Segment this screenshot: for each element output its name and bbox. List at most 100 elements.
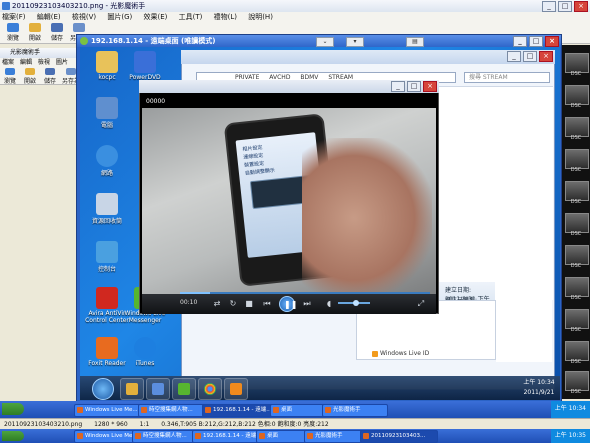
browse-button[interactable]: 瀏覽 [0,68,20,88]
stop-icon[interactable]: ■ [244,299,254,309]
menu-item[interactable]: 圖片(G) [107,13,132,21]
thumbnail[interactable] [565,371,589,391]
taskbar-player[interactable] [224,378,248,400]
tool-button[interactable]: ▤ [406,37,424,47]
maximize-button[interactable]: □ [407,81,421,92]
shuffle-icon[interactable]: ⇄ [212,299,222,309]
seek-bar-fill [180,292,210,294]
minimize-button[interactable]: _ [507,51,521,62]
save-as-icon [73,23,85,32]
close-button[interactable]: × [545,36,559,47]
start-button[interactable] [92,378,114,400]
thumbnail[interactable] [565,309,589,329]
start-button[interactable] [2,403,24,415]
recycle-bin-icon [96,193,118,215]
fullscreen-icon[interactable]: ⤢ [416,299,426,309]
close-button[interactable]: × [574,1,588,12]
taskbar-messenger[interactable] [172,378,196,400]
xp-taskbar-bottom: Windows Live Me... 時空搜集網人物... 192.168.1.… [0,429,590,443]
thumbnail[interactable] [565,277,589,297]
dropdown-button[interactable]: ▾ [346,37,364,47]
chevron-down-icon[interactable]: ⌄ [316,37,334,47]
save-icon [45,68,55,75]
menu-item[interactable]: 效果(E) [143,13,167,21]
folder-icon [126,383,138,395]
desktop-icon-powerdvd[interactable]: PowerDVD [122,51,168,81]
app-icon [2,2,10,10]
thumbnail-label: DSC [570,231,582,237]
windows-live-id[interactable]: Windows Live ID [372,349,452,359]
volume-knob[interactable] [353,300,359,306]
menu-item[interactable]: 禮物(L) [214,13,237,21]
current-time: 00:10 [180,299,198,306]
taskbar-explorer[interactable] [120,378,144,400]
mute-icon[interactable]: ◖ [324,299,334,309]
taskbar-button[interactable]: 光影魔術手 [322,404,388,417]
taskbar-button[interactable]: 時空搜集網人物... [138,404,212,417]
close-button[interactable]: × [539,51,553,62]
taskbar-button[interactable]: 192.168.1.14 - 遠端... [202,404,280,417]
inner-viewer-menu: 檔案 編輯 檢視 圖片 [0,58,86,67]
thumbnail-label: DSC [570,359,582,365]
top-timecode: 00000 [146,98,166,105]
desktop-icon-itunes[interactable]: iTunes [122,337,168,367]
thumbnail[interactable] [565,53,589,73]
taskbar-media[interactable] [146,378,170,400]
desktop-icon-control-panel[interactable]: 控制台 [84,241,130,273]
browse-button[interactable]: 瀏覽 [2,23,24,43]
desktop-icon-computer[interactable]: 電腦 [84,97,130,129]
system-clock[interactable]: 上午 10:34 2011/9/21 [520,378,558,398]
thumbnail[interactable] [565,245,589,265]
taskbar-button[interactable]: Windows Live Me... [74,404,148,417]
seek-bar[interactable] [180,292,430,294]
repeat-icon[interactable]: ↻ [228,299,238,309]
menu-item[interactable]: 檢視(V) [72,13,96,21]
save-button[interactable]: 儲存 [46,23,68,43]
taskbar-button[interactable]: 192.168.1.14 - 遠端... [192,430,266,443]
save-button[interactable]: 儲存 [40,68,60,88]
close-button[interactable]: × [423,81,437,92]
search-input[interactable]: 搜尋 STREAM [464,72,550,83]
menu-item[interactable]: 說明(H) [248,13,273,21]
pause-icon: ❚❚ [284,300,298,309]
next-icon[interactable]: ⏭ [302,299,312,309]
taskbar-button[interactable]: 20110923103403... [360,430,438,443]
media-icon [152,383,164,395]
previous-icon[interactable]: ⏮ [262,299,272,309]
umbrella-icon [96,287,118,309]
thumbnail[interactable] [565,213,589,233]
desktop-icon-network[interactable]: 網路 [84,145,130,177]
thumbnail[interactable] [565,85,589,105]
browse-icon [5,68,15,75]
minimize-button[interactable]: _ [391,81,405,92]
open-button[interactable]: 開啟 [20,68,40,88]
maximize-button[interactable]: □ [558,1,572,12]
minimize-button[interactable]: _ [542,1,556,12]
menu-item[interactable]: 檔案 [2,59,14,66]
explorer-side-pane [496,92,552,362]
status-filename: 20110923103403210.png [4,421,83,428]
thumbnail[interactable] [565,149,589,169]
menu-item[interactable]: 圖片 [56,59,68,66]
thumbnail[interactable] [565,341,589,361]
system-tray[interactable]: 上午 10:34 [550,401,590,418]
menu-item[interactable]: 檔案(F) [2,13,26,21]
pause-button[interactable]: ❚❚ [279,296,298,312]
maximize-button[interactable]: □ [523,51,537,62]
system-tray[interactable]: 上午 10:35 [550,429,590,443]
menu-item[interactable]: 編輯(E) [37,13,61,21]
status-bar: 20110923103403210.png 1280 * 960 1:1 0.3… [0,418,590,429]
desktop-icon-recycle-bin[interactable]: 資源回收筒 [84,193,130,225]
chrome-icon [204,383,216,395]
thumbnail-label: DSC [570,263,582,269]
thumbnail[interactable] [565,181,589,201]
thumbnail[interactable] [565,117,589,137]
start-button[interactable] [2,431,24,441]
menu-item[interactable]: 檢視 [38,59,50,66]
video-frame[interactable]: 相片設定 連線設定 裝置設定 自動調整顯示 [142,108,436,294]
outer-title-bar: 20110923103403210.png - 光影魔術手 _ □ × [0,0,590,12]
menu-item[interactable]: 編輯 [20,59,32,66]
menu-item[interactable]: 工具(T) [179,13,203,21]
open-button[interactable]: 開啟 [24,23,46,43]
taskbar-chrome[interactable] [198,378,222,400]
